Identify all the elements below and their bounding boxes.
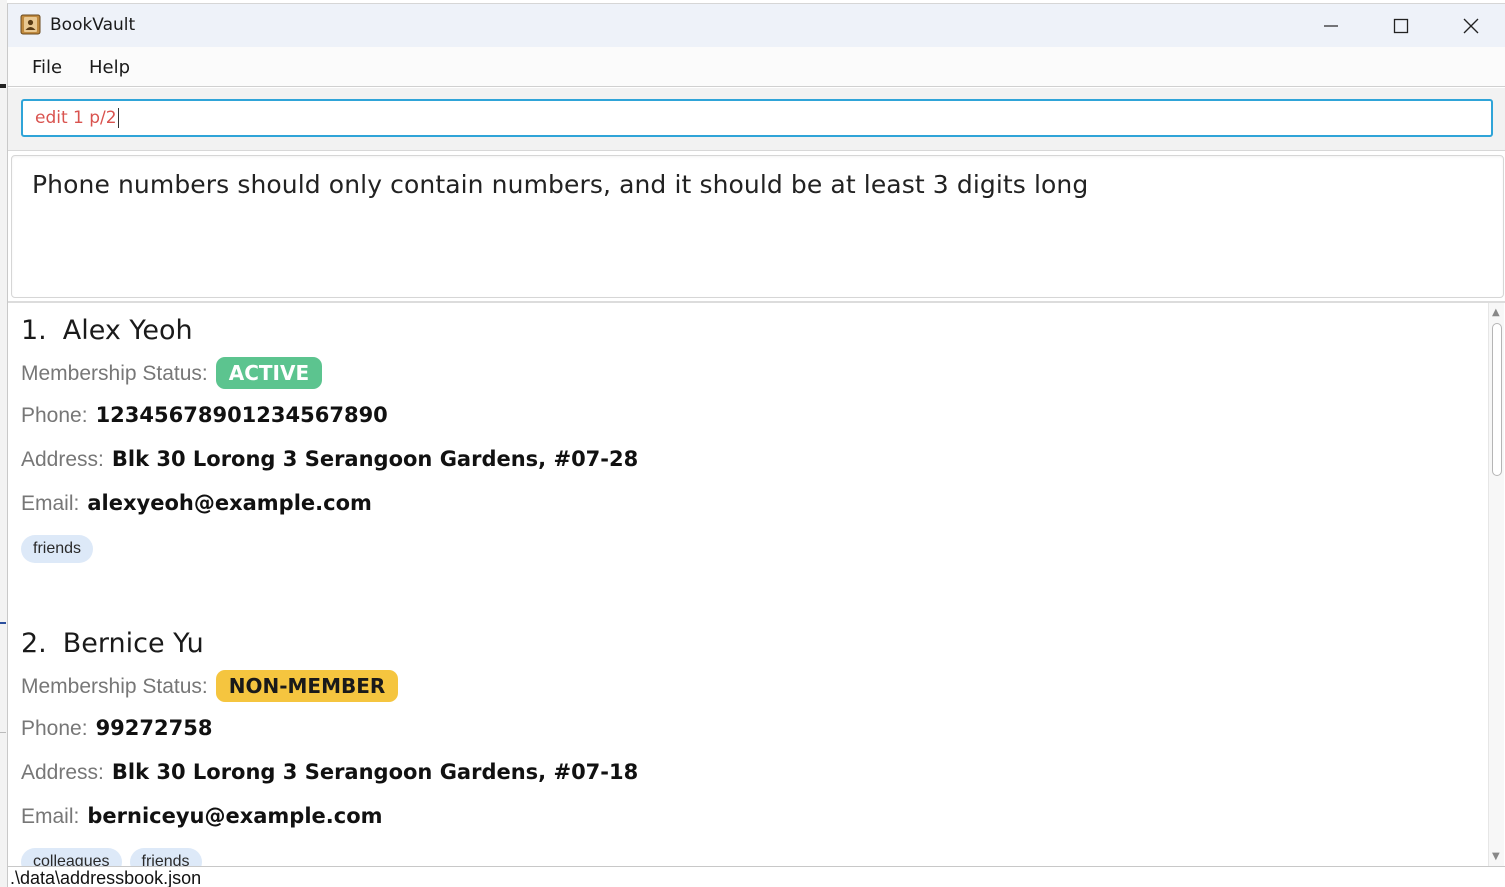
maximize-button[interactable]	[1366, 4, 1436, 47]
phone-label: Phone:	[21, 404, 88, 427]
phone-value: 99272758	[95, 716, 213, 740]
maximize-icon	[1393, 18, 1409, 33]
person-index: 2.	[21, 628, 47, 659]
address-book-icon	[20, 14, 41, 35]
person-name: Alex Yeoh	[62, 315, 193, 346]
tags-row: colleagues friends	[21, 848, 210, 866]
list-scrollbar[interactable]: ▲ ▼	[1488, 303, 1504, 866]
close-icon	[1463, 18, 1479, 33]
address-value: Blk 30 Lorong 3 Serangoon Gardens, #07-1…	[111, 760, 639, 784]
background-mark	[0, 732, 6, 733]
scroll-thumb[interactable]	[1492, 323, 1502, 476]
phone-row: Phone: 99272758	[21, 716, 212, 741]
address-row: Address: Blk 30 Lorong 3 Serangoon Garde…	[21, 447, 638, 472]
membership-row: Membership Status: NON-MEMBER	[21, 670, 399, 702]
tag: friends	[21, 535, 94, 563]
address-value: Blk 30 Lorong 3 Serangoon Gardens, #07-2…	[111, 447, 639, 471]
email-row: Email: berniceyu@example.com	[21, 804, 383, 829]
person-name: Bernice Yu	[62, 628, 204, 659]
person-card[interactable]: 1. Alex Yeoh Membership Status: ACTIVE Ph…	[21, 315, 1471, 563]
title-bar[interactable]: BookVault	[8, 4, 1505, 47]
menu-help[interactable]: Help	[89, 57, 130, 78]
tag: colleagues	[21, 848, 122, 866]
status-bar: .\data\addressbook.json	[8, 866, 1505, 887]
scroll-down-arrow-icon[interactable]: ▼	[1492, 851, 1500, 862]
address-label: Address:	[21, 761, 104, 784]
email-value: berniceyu@example.com	[87, 804, 383, 828]
minimize-button[interactable]	[1296, 4, 1366, 47]
background-mark	[0, 84, 6, 88]
tags-row: friends	[21, 535, 101, 563]
command-box: edit 1 p/2	[8, 88, 1505, 151]
phone-label: Phone:	[21, 717, 88, 740]
person-index: 1.	[21, 315, 47, 346]
result-message: Phone numbers should only contain number…	[32, 170, 1089, 199]
minimize-icon	[1324, 24, 1338, 27]
address-label: Address:	[21, 448, 104, 471]
email-label: Email:	[21, 805, 80, 828]
command-input[interactable]: edit 1 p/2	[21, 99, 1493, 137]
background-desktop-strip	[0, 0, 7, 887]
email-row: Email: alexyeoh@example.com	[21, 491, 372, 516]
membership-label: Membership Status:	[21, 362, 208, 385]
tag: friends	[129, 848, 202, 866]
background-mark	[0, 622, 6, 624]
membership-label: Membership Status:	[21, 675, 208, 698]
window-title: BookVault	[50, 15, 136, 35]
person-list[interactable]: 1. Alex Yeoh Membership Status: ACTIVE Ph…	[8, 301, 1505, 866]
text-caret	[117, 108, 119, 128]
person-card[interactable]: 2. Bernice Yu Membership Status: NON-MEMB…	[21, 628, 1471, 866]
close-button[interactable]	[1436, 4, 1505, 47]
status-badge: NON-MEMBER	[215, 670, 399, 702]
scroll-up-arrow-icon[interactable]: ▲	[1492, 307, 1500, 318]
app-window: BookVault File Help edit 1 p/2 Phone num…	[7, 3, 1505, 887]
menu-file[interactable]: File	[32, 57, 62, 78]
membership-row: Membership Status: ACTIVE	[21, 357, 323, 389]
result-display: Phone numbers should only contain number…	[11, 155, 1504, 298]
email-value: alexyeoh@example.com	[87, 491, 372, 515]
person-title: 2. Bernice Yu	[21, 628, 1471, 664]
phone-row: Phone: 12345678901234567890	[21, 403, 388, 428]
address-row: Address: Blk 30 Lorong 3 Serangoon Garde…	[21, 760, 638, 785]
phone-value: 12345678901234567890	[95, 403, 388, 427]
save-file-path: .\data\addressbook.json	[10, 868, 202, 887]
email-label: Email:	[21, 492, 80, 515]
command-text: edit 1 p/2	[35, 108, 117, 128]
menu-bar: File Help	[8, 47, 1505, 87]
status-badge: ACTIVE	[215, 357, 323, 389]
person-title: 1. Alex Yeoh	[21, 315, 1471, 351]
